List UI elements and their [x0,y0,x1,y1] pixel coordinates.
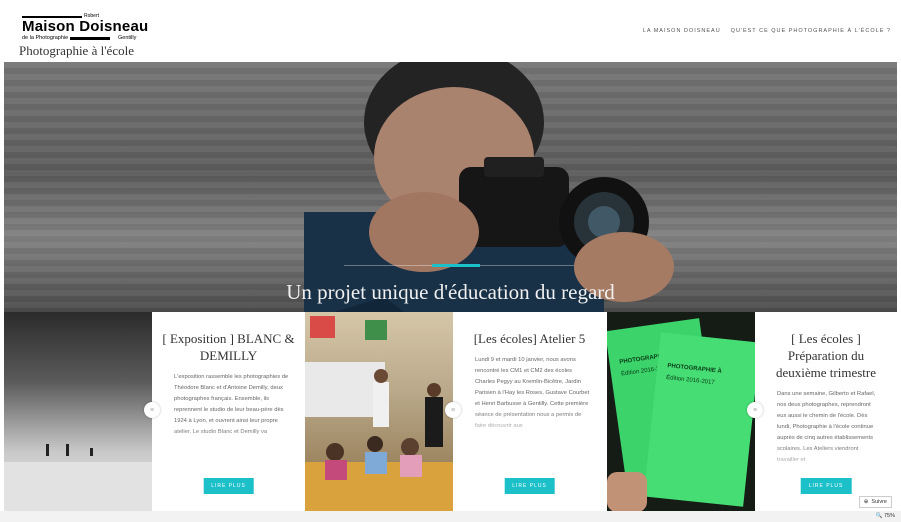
zoom-icon: 🔍 [875,513,883,519]
read-more-button[interactable]: LIRE PLUS [800,478,852,494]
follow-icon: ⊕ [863,499,869,505]
post-card: PHOTOGRAPHIE À L'ÉC Édition 2016-2017 PH… [607,312,897,512]
nav-la-maison-doisneau[interactable]: LA MAISON DOISNEAU [643,28,721,34]
post-excerpt: Lundi 9 et mardi 10 janvier, nous avons … [475,357,590,429]
logo-sub: de la Photographie [22,35,69,41]
post-title[interactable]: [Les écoles] Atelier 5 [463,330,596,347]
post-title[interactable]: [ Exposition ] BLANC & DEMILLY [162,330,295,364]
hero-banner: Un projet unique d'éducation du regard [4,62,897,312]
nav-quest-ce-que[interactable]: QU'EST CE QUE PHOTOGRAPHIE À L'ÉCOLE ? [731,28,891,34]
post-title[interactable]: [ Les écoles ] Préparation du deuxième t… [765,330,887,381]
posts-grid: ≡ [ Exposition ] BLANC & DEMILLY L'expos… [4,312,897,512]
post-format-icon: ≡ [747,402,763,418]
post-card: ≡ [ Exposition ] BLANC & DEMILLY L'expos… [4,312,305,512]
post-format-icon: ≡ [445,402,461,418]
read-more-button[interactable]: LIRE PLUS [203,478,254,494]
main-nav: LA MAISON DOISNEAU QU'EST CE QUE PHOTOGR… [643,28,891,34]
post-format-icon: ≡ [144,402,160,418]
zoom-level[interactable]: 🔍 75% [876,513,895,519]
post-card: ≡ [Les écoles] Atelier 5 Lundi 9 et mard… [305,312,607,512]
site-header: Robert Maison Doisneau de la Photographi… [4,7,897,62]
follow-label: Suivre [871,499,887,505]
post-image[interactable] [305,312,453,512]
follow-button[interactable]: ⊕ Suivre [858,496,892,508]
site-title[interactable]: Photographie à l'école [19,43,134,59]
page: Robert Maison Doisneau de la Photographi… [4,7,897,517]
post-image[interactable]: PHOTOGRAPHIE À L'ÉC Édition 2016-2017 PH… [607,312,755,512]
browser-status-bar [0,511,901,522]
post-image[interactable] [4,312,152,512]
post-excerpt: Dans une semaine, Gilberto et Rafael, no… [777,391,876,463]
logo-main: Maison Doisneau [22,18,149,35]
post-excerpt: L'exposition rassemble les photographies… [174,374,289,435]
logo-city: Gentilly [118,35,137,41]
hero-tagline: Un projet unique d'éducation du regard [286,280,615,304]
hero-divider-accent [432,264,480,267]
read-more-button[interactable]: LIRE PLUS [504,478,555,494]
